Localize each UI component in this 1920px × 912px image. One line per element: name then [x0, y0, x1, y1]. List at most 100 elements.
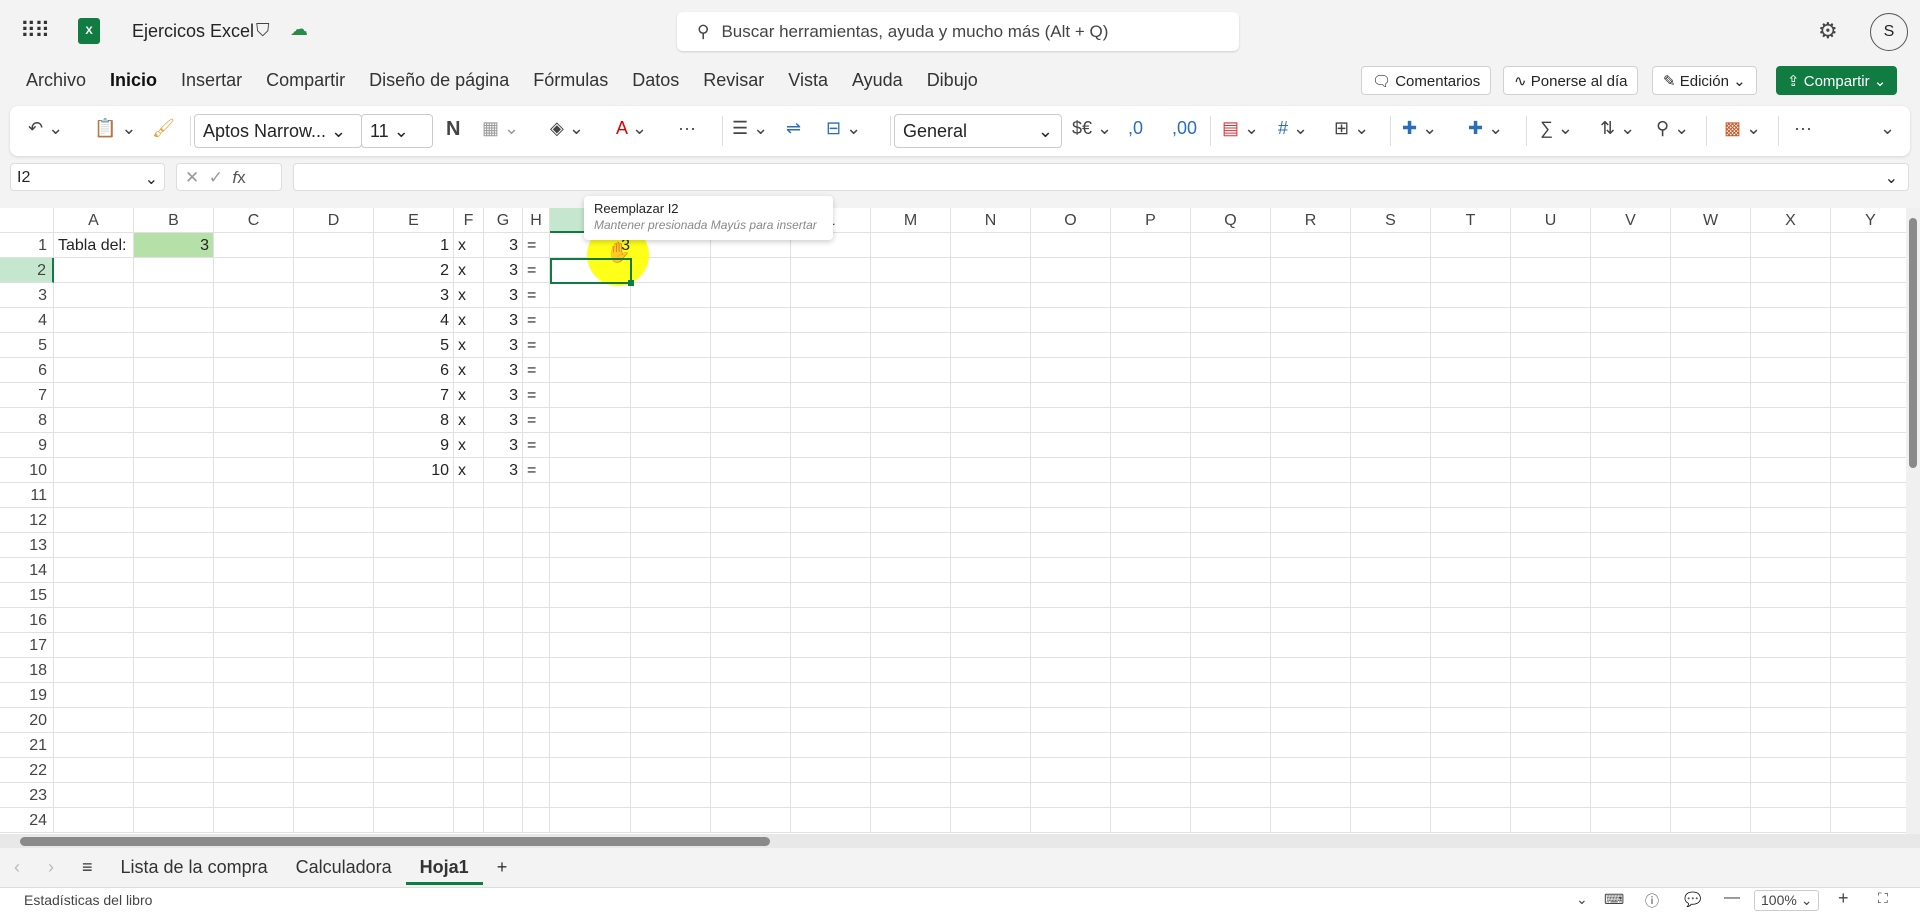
share-button[interactable]: ⇪ Compartir ⌄	[1776, 66, 1898, 95]
cell[interactable]	[134, 508, 214, 533]
cell[interactable]: 3	[484, 383, 523, 408]
row-header[interactable]: 6	[0, 358, 54, 383]
cell[interactable]	[294, 233, 374, 258]
cell[interactable]	[711, 683, 791, 708]
cell[interactable]: x	[454, 408, 484, 433]
cell[interactable]	[1191, 458, 1271, 483]
cell[interactable]	[374, 758, 454, 783]
cell[interactable]	[1751, 483, 1831, 508]
cell[interactable]	[1431, 558, 1511, 583]
vertical-scrollbar[interactable]	[1906, 208, 1920, 834]
cell[interactable]: 3	[484, 433, 523, 458]
cell[interactable]	[214, 308, 294, 333]
spreadsheet-grid[interactable]: ABCDEFGHIJKLMNOPQRSTUVWXY1Tabla del:31x3…	[0, 208, 1906, 834]
cell[interactable]	[1831, 808, 1906, 833]
cell[interactable]	[1431, 258, 1511, 283]
cell[interactable]	[1831, 533, 1906, 558]
cell[interactable]	[1431, 408, 1511, 433]
cell[interactable]	[1831, 258, 1906, 283]
cell[interactable]	[454, 633, 484, 658]
cell[interactable]	[214, 508, 294, 533]
cell[interactable]	[1271, 808, 1351, 833]
cell[interactable]	[1511, 733, 1591, 758]
cell[interactable]	[134, 583, 214, 608]
row-header[interactable]: 20	[0, 708, 54, 733]
cell[interactable]	[1671, 458, 1751, 483]
cell[interactable]	[1191, 233, 1271, 258]
cell[interactable]	[951, 283, 1031, 308]
cell[interactable]	[871, 583, 951, 608]
cell[interactable]	[550, 633, 631, 658]
column-header[interactable]: X	[1751, 208, 1831, 233]
cell[interactable]	[1591, 458, 1671, 483]
cell[interactable]	[1351, 233, 1431, 258]
cell[interactable]	[1191, 708, 1271, 733]
cell[interactable]	[1511, 608, 1591, 633]
cell[interactable]	[711, 383, 791, 408]
cell[interactable]	[871, 808, 951, 833]
cell[interactable]	[454, 758, 484, 783]
cell[interactable]	[134, 808, 214, 833]
cell[interactable]	[1031, 633, 1111, 658]
cell[interactable]	[1351, 508, 1431, 533]
cell[interactable]	[214, 783, 294, 808]
cell[interactable]	[1511, 433, 1591, 458]
font-color-icon[interactable]: A ⌄	[616, 118, 647, 139]
cell[interactable]	[1271, 308, 1351, 333]
find-icon[interactable]: ⚲ ⌄	[1656, 118, 1689, 139]
cell[interactable]	[1271, 708, 1351, 733]
cell[interactable]	[374, 683, 454, 708]
cell[interactable]	[1191, 508, 1271, 533]
cell[interactable]	[1671, 808, 1751, 833]
cell[interactable]	[711, 483, 791, 508]
cell[interactable]	[1191, 533, 1271, 558]
cell[interactable]	[631, 608, 711, 633]
cell[interactable]	[711, 708, 791, 733]
cell[interactable]	[711, 308, 791, 333]
cell[interactable]: 3	[484, 258, 523, 283]
cell[interactable]	[484, 708, 523, 733]
cell[interactable]	[1031, 758, 1111, 783]
cell[interactable]	[1671, 758, 1751, 783]
cell[interactable]	[294, 658, 374, 683]
ribbon-tab-insertar[interactable]: Insertar	[169, 70, 254, 94]
cell[interactable]	[523, 733, 550, 758]
row-header[interactable]: 14	[0, 558, 54, 583]
cell[interactable]	[871, 783, 951, 808]
cell[interactable]	[374, 708, 454, 733]
cell[interactable]	[1271, 508, 1351, 533]
cell[interactable]	[1431, 708, 1511, 733]
cell[interactable]	[1511, 358, 1591, 383]
cell[interactable]	[951, 308, 1031, 333]
cell[interactable]	[294, 708, 374, 733]
cell[interactable]	[214, 758, 294, 783]
cell[interactable]	[1431, 633, 1511, 658]
cell[interactable]	[294, 258, 374, 283]
search-input[interactable]: ⚲ Buscar herramientas, ayuda y mucho más …	[677, 12, 1239, 51]
cell[interactable]	[54, 758, 134, 783]
ribbon-tab-vista[interactable]: Vista	[776, 70, 840, 94]
cell[interactable]	[1431, 783, 1511, 808]
cell[interactable]	[791, 708, 871, 733]
cell[interactable]	[631, 733, 711, 758]
cell[interactable]	[791, 358, 871, 383]
cell[interactable]	[791, 633, 871, 658]
cell[interactable]	[631, 408, 711, 433]
cell[interactable]	[1271, 233, 1351, 258]
cell[interactable]	[523, 633, 550, 658]
cell[interactable]	[1431, 458, 1511, 483]
cell[interactable]	[871, 733, 951, 758]
cell[interactable]	[134, 758, 214, 783]
cell[interactable]	[1831, 758, 1906, 783]
cell[interactable]	[1511, 658, 1591, 683]
column-header[interactable]: N	[951, 208, 1031, 233]
cell[interactable]	[951, 358, 1031, 383]
cell-styles-icon[interactable]: ⊞ ⌄	[1334, 118, 1369, 139]
cell[interactable]	[134, 458, 214, 483]
cell[interactable]	[631, 308, 711, 333]
cell[interactable]	[631, 383, 711, 408]
cell[interactable]	[214, 333, 294, 358]
ribbon-tab-datos[interactable]: Datos	[620, 70, 691, 94]
cell[interactable]	[484, 808, 523, 833]
cell[interactable]	[54, 583, 134, 608]
